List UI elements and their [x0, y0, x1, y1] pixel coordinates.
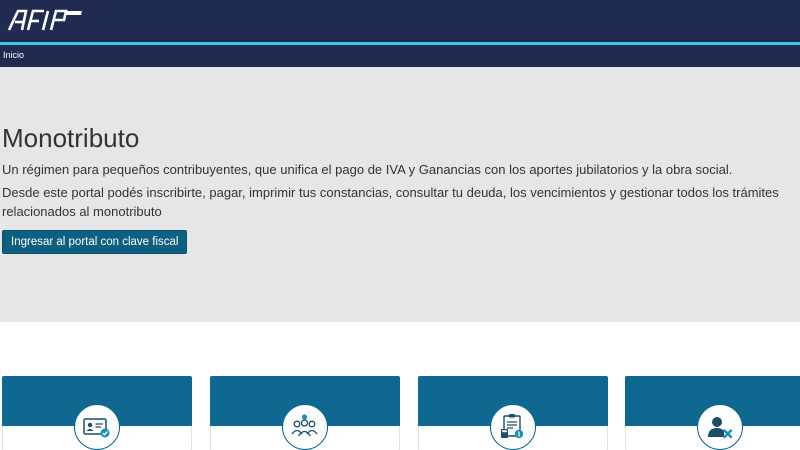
hero-section: Monotributo Un régimen para pequeños con…	[0, 67, 800, 322]
hero-description-primary: Un régimen para pequeños contribuyentes,…	[2, 162, 733, 177]
hero-description-secondary: Desde este portal podés inscribirte, pag…	[2, 185, 779, 219]
top-header	[0, 0, 800, 42]
card-icon-badge	[282, 404, 328, 450]
card-icon-badge	[697, 404, 743, 450]
service-card-1[interactable]	[2, 376, 192, 450]
card-icon-badge	[74, 404, 120, 450]
service-card-3[interactable]	[418, 376, 608, 450]
document-calculator-icon	[501, 414, 524, 439]
login-fiscal-key-button[interactable]: Ingresar al portal con clave fiscal	[2, 230, 188, 254]
afip-logo[interactable]	[6, 8, 86, 32]
people-group-icon	[291, 414, 318, 437]
breadcrumb: Inicio	[0, 45, 800, 67]
service-card-4[interactable]	[625, 376, 800, 450]
breadcrumb-item-inicio[interactable]: Inicio	[3, 50, 24, 60]
id-card-check-icon	[83, 418, 110, 438]
service-card-2[interactable]	[210, 376, 400, 450]
page-title: Monotributo	[2, 123, 140, 153]
user-remove-icon	[708, 417, 733, 439]
card-icon-badge	[490, 404, 536, 450]
